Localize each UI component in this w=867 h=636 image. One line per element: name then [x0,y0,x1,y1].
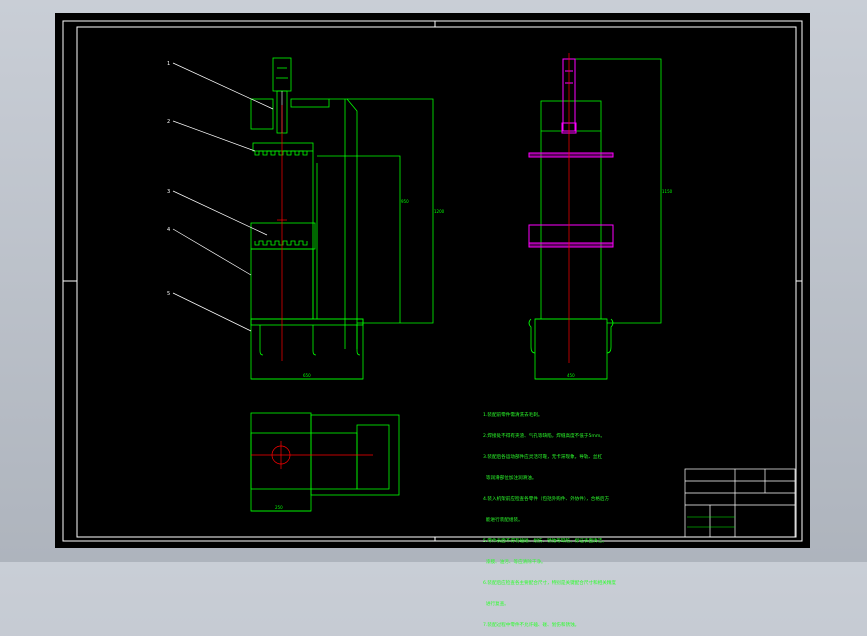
note-line: 进行复查。 [483,602,509,607]
cad-drawing-viewport[interactable]: 1 2 3 4 5 950 1200 650 1150 450 250 [55,13,810,548]
note-line: 能进行装配组装。 [483,518,523,523]
assembly-drawing [62,20,803,542]
note-line: 漆膜、油污、等应清除干净。 [483,560,546,565]
title-block-rows [687,516,735,528]
note-line: 6.装配后应检查各主要配合尺寸，特别是关键配合尺寸和相关精度 [483,581,617,586]
plan-view [250,412,400,512]
note-line: 4.装入机架前应检查各零件（包括外购件、外协件），合格后方 [483,497,610,502]
note-line: 3.装配后各运动部件应灵活可靠，无卡滞现象，导轨、丝杠 [483,455,603,460]
side-view [528,58,662,380]
side-view-highlight [528,58,614,248]
technical-requirements: 1.装配前零件需清洗去毛刺。 2.焊接处不得有夹渣、气孔等缺陷，焊缝高度不低于5… [483,398,678,636]
note-line: 5.零件表面不得有磕碰、划伤、锈蚀等缺陷，保证表面清洁。 [483,539,607,544]
plan-view-centerline [251,441,373,469]
note-line: 1.装配前零件需清洗去毛刺。 [483,413,543,418]
callout-leaders [172,62,274,332]
note-line: 等润滑部位加注润滑油。 [483,476,537,481]
note-line: 7.装配过程中零件不允许磕、碰、划伤和锈蚀。 [483,623,580,628]
front-view [250,57,434,380]
note-line: 2.焊接处不得有夹渣、气孔等缺陷，焊缝高度不低于5mm。 [483,434,605,439]
